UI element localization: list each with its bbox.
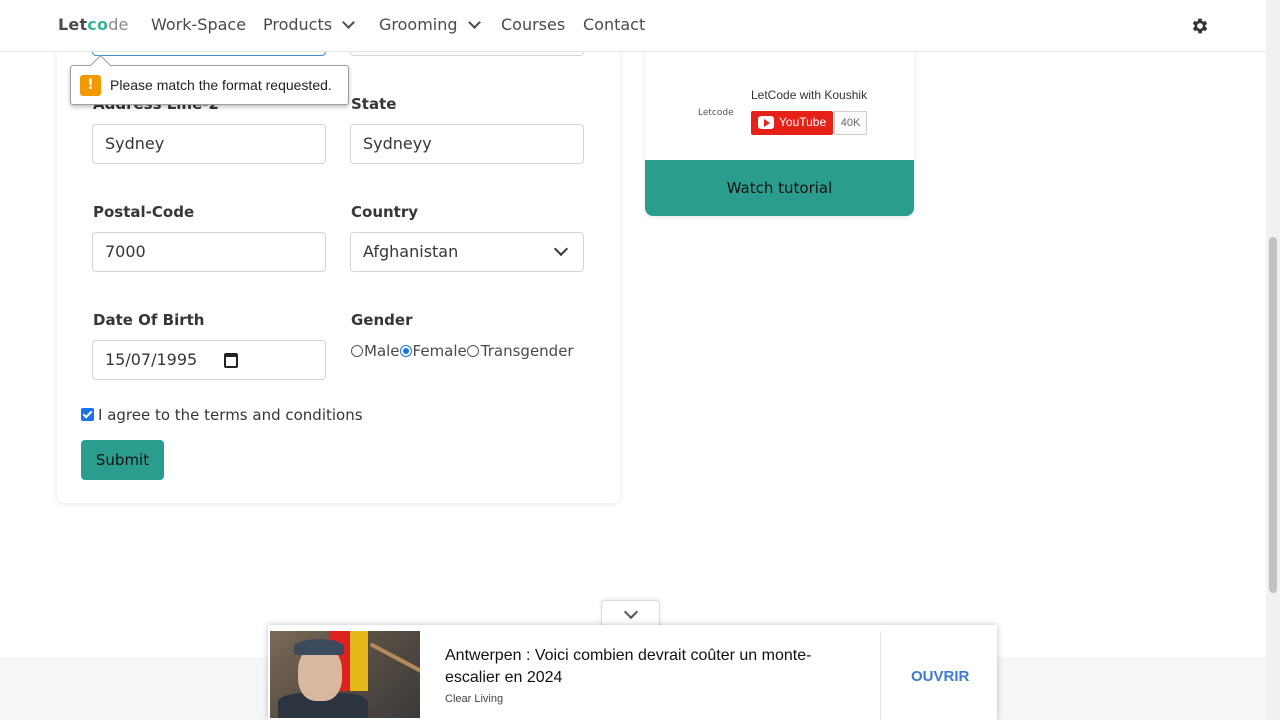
brand-logo[interactable]: Letcode — [58, 15, 129, 34]
warning-icon: ! — [80, 75, 101, 96]
state-label: State — [351, 95, 397, 113]
nav-products[interactable]: Products — [263, 15, 355, 34]
brand-text-o: o — [96, 15, 109, 34]
gear-icon[interactable] — [1190, 16, 1210, 36]
submit-button[interactable]: Submit — [81, 440, 164, 480]
navbar: Letcode Work-Space Products Grooming Cou… — [0, 0, 1266, 52]
terms-label[interactable]: I agree to the terms and conditions — [98, 406, 363, 424]
ad-headline[interactable]: Antwerpen : Voici combien devrait coûter… — [445, 645, 845, 689]
gender-female-radio[interactable] — [399, 345, 412, 357]
nav-courses-label: Courses — [501, 15, 566, 34]
validation-tooltip: ! Please match the format requested. — [70, 65, 349, 105]
ad-divider — [880, 631, 881, 720]
nav-products-label: Products — [263, 15, 333, 34]
gender-transgender-label: Transgender — [480, 342, 574, 360]
brand-text-de: de — [108, 15, 129, 34]
date-of-birth-value: 15/07/1995 — [105, 350, 198, 369]
scrollbar-thumb[interactable] — [1269, 237, 1277, 593]
chevron-down-icon — [623, 604, 639, 620]
terms-checkbox[interactable] — [81, 408, 94, 421]
gender-transgender-radio[interactable] — [466, 345, 479, 357]
youtube-label: YouTube — [779, 115, 827, 129]
chevron-down-icon — [342, 16, 355, 29]
nav-grooming-label: Grooming — [379, 15, 458, 34]
country-label: Country — [351, 203, 419, 221]
ad-image-cap — [294, 639, 344, 655]
nav-contact-label: Contact — [583, 15, 646, 34]
date-of-birth-label: Date Of Birth — [93, 311, 205, 329]
channel-name[interactable]: LetCode with Koushik — [751, 88, 867, 102]
letcode-logo-text: Letcode — [698, 108, 734, 118]
subscriber-count: 40K — [834, 111, 867, 135]
nav-contact[interactable]: Contact — [583, 15, 645, 34]
gender-radio-group: Male Female Transgender — [351, 342, 574, 360]
address-line-2-input[interactable]: Sydney — [92, 124, 326, 164]
chevron-down-icon — [553, 241, 569, 257]
chevron-down-icon — [467, 16, 481, 29]
ad-banner[interactable]: Antwerpen : Voici combien devrait coûter… — [268, 625, 997, 720]
nav-courses[interactable]: Courses — [501, 15, 565, 34]
ad-open-button[interactable]: OUVRIR — [911, 668, 969, 685]
gender-male-radio[interactable] — [351, 345, 363, 357]
tutorial-card: Letcode LetCode with Koushik YouTube 40K… — [645, 40, 914, 216]
gender-label: Gender — [351, 311, 413, 329]
state-input[interactable]: Sydneyy — [350, 124, 584, 164]
registration-form-card: Address Line-2 State Sydney Sydneyy Post… — [57, 40, 620, 503]
nav-workspace-label: Work-Space — [151, 15, 247, 34]
calendar-icon[interactable] — [224, 353, 238, 368]
brand-text-c: c — [87, 15, 97, 34]
ad-collapse-toggle[interactable] — [601, 600, 660, 628]
nav-workspace[interactable]: Work-Space — [151, 15, 246, 34]
validation-message: Please match the format requested. — [110, 77, 332, 93]
date-of-birth-input[interactable]: 15/07/1995 — [92, 340, 326, 380]
postal-code-label: Postal-Code — [93, 203, 195, 221]
postal-code-input[interactable]: 7000 — [92, 232, 326, 272]
ad-image-flag-yellow — [350, 631, 368, 691]
nav-grooming[interactable]: Grooming — [379, 15, 481, 34]
brand-text-let: Let — [58, 15, 88, 34]
watch-tutorial-button[interactable]: Watch tutorial — [645, 160, 914, 216]
letcode-logo: Letcode — [698, 108, 734, 118]
gender-female-label: Female — [412, 342, 467, 360]
ad-source: Clear Living — [445, 693, 504, 705]
youtube-play-icon — [758, 116, 774, 129]
youtube-subscribe-button[interactable]: YouTube — [751, 111, 833, 135]
gender-male-label: Male — [364, 342, 400, 360]
ad-image[interactable] — [270, 631, 420, 718]
country-select-value: Afghanistan — [363, 242, 459, 261]
ad-image-stair-rail — [369, 642, 420, 684]
country-select[interactable]: Afghanistan — [350, 232, 584, 272]
